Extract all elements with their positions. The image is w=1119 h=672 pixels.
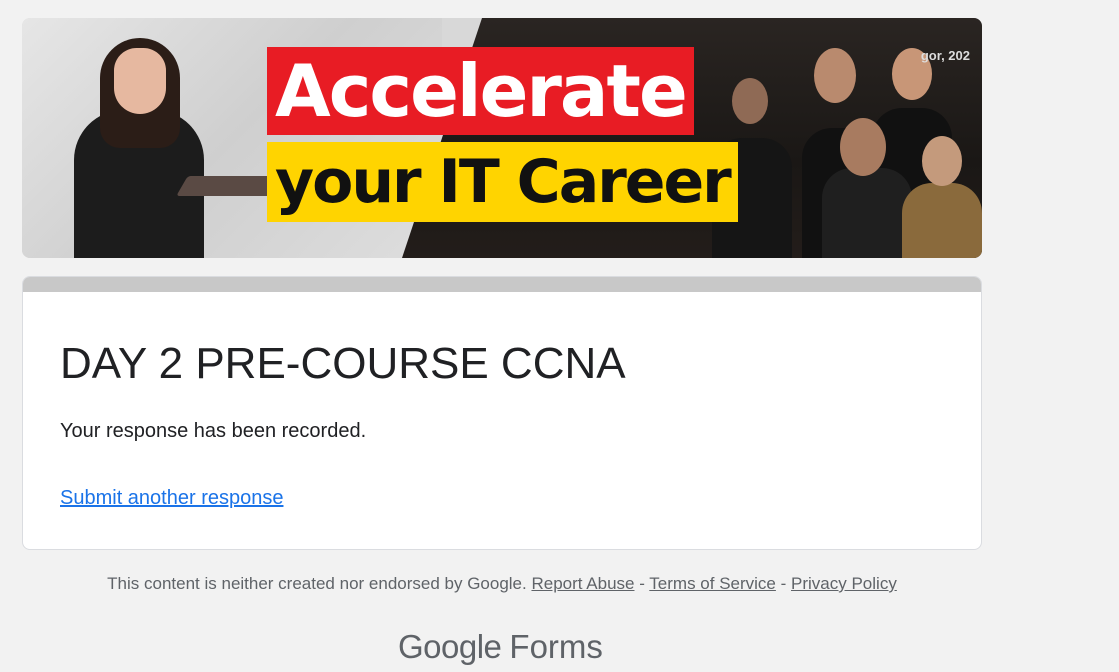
banner-headline-2: your IT Career [267,142,738,222]
crowd-person [902,183,982,258]
banner-headline-1: Accelerate [267,47,694,135]
confirmation-message: Your response has been recorded. [60,420,367,442]
header-banner-image: gor, 202 Accelerate your IT Career [22,18,982,258]
footer-separator: - [780,574,792,593]
footer-separator: - [639,574,650,593]
forms-wordmark: Forms [509,628,603,665]
google-wordmark: Google [398,628,502,665]
footer-disclaimer: This content is neither created nor endo… [107,574,532,593]
form-title: DAY 2 PRE-COURSE CCNA [60,339,626,388]
report-abuse-link[interactable]: Report Abuse [531,574,634,593]
crowd-person [814,48,856,103]
privacy-policy-link[interactable]: Privacy Policy [791,574,897,593]
crowd-person [732,78,768,124]
crowd-person [822,168,912,258]
presenter-face [114,48,166,114]
crowd-person [922,136,962,186]
google-forms-logo[interactable]: Google Forms [398,628,603,666]
terms-of-service-link[interactable]: Terms of Service [649,574,776,593]
crowd-person [840,118,886,176]
footer: This content is neither created nor endo… [22,574,982,594]
submit-another-response-link[interactable]: Submit another response [60,487,283,510]
confirmation-card: DAY 2 PRE-COURSE CCNA Your response has … [22,276,982,550]
card-accent-bar [23,277,981,292]
banner-event-text: gor, 202 [920,48,970,63]
